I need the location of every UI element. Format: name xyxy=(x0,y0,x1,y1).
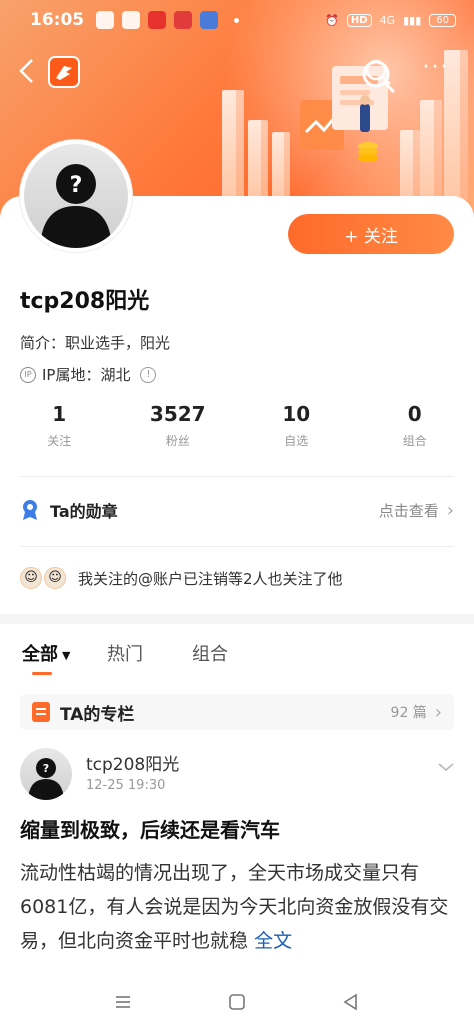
search-icon xyxy=(365,59,391,85)
tab-hot[interactable]: 热门 xyxy=(107,640,143,666)
system-back-button[interactable] xyxy=(339,992,363,1016)
stat-portfolios[interactable]: 0 组合 xyxy=(356,402,474,458)
profile-avatar[interactable]: ? xyxy=(20,140,132,252)
chevron-right-icon: › xyxy=(446,499,454,521)
status-time: 16:05 xyxy=(30,10,85,30)
caret-down-icon: ▼ xyxy=(62,648,71,662)
svg-text:?: ? xyxy=(43,762,49,775)
chevron-down-icon[interactable] xyxy=(436,760,456,774)
medal-icon xyxy=(23,500,37,520)
banner-decoration xyxy=(420,100,442,200)
status-notification-icons xyxy=(96,11,240,29)
post-timestamp: 12-25 19:30 xyxy=(86,778,166,793)
app-notification-icon xyxy=(200,11,219,29)
stat-label: 自选 xyxy=(284,434,309,448)
battery-icon: 60 xyxy=(429,13,456,27)
alarm-icon: ⏰ xyxy=(325,13,339,27)
tab-portfolio[interactable]: 组合 xyxy=(192,640,228,666)
tab-all[interactable]: 全部 ▼ xyxy=(22,640,70,666)
stat-followers[interactable]: 3527 粉丝 xyxy=(119,402,238,458)
post-title[interactable]: 缩量到极致，后续还是看汽车 xyxy=(20,814,280,843)
tab-label: 组合 xyxy=(192,644,228,665)
app-logo-icon[interactable] xyxy=(48,56,80,88)
chevron-right-icon: › xyxy=(434,701,442,723)
full-text-link[interactable]: 全文 xyxy=(254,930,292,952)
stat-label: 粉丝 xyxy=(165,434,190,448)
post-body-text: 流动性枯竭的情况出现了，全天市场成交量只有6081亿，有人会说是因为今天北向资金… xyxy=(20,862,449,952)
ip-location-row: IP IP属地：湖北 ! xyxy=(20,364,157,385)
search-button[interactable] xyxy=(362,56,394,88)
mutual-follow-row[interactable]: ☺ ☺ 我关注的@账户已注销等2人也关注了他 xyxy=(20,562,454,594)
profile-username: tcp208阳光 xyxy=(20,289,150,314)
column-icon xyxy=(32,702,50,722)
post-body: 流动性枯竭的情况出现了，全天市场成交量只有6081亿，有人会说是因为今天北向资金… xyxy=(20,856,454,958)
divider xyxy=(20,476,454,477)
banner-decoration xyxy=(222,90,244,200)
tab-label: 热门 xyxy=(107,644,143,665)
stat-following[interactable]: 1 关注 xyxy=(0,402,119,458)
back-triangle-icon xyxy=(343,993,357,1010)
home-button[interactable] xyxy=(225,992,249,1016)
profile-stats: 1 关注 3527 粉丝 10 自选 0 组合 xyxy=(0,402,474,458)
section-gap xyxy=(0,614,474,624)
ip-location-label: IP属地：湖北 xyxy=(42,366,131,384)
post-card[interactable]: ? tcp208阳光 12-25 19:30 缩量到极致，后续还是看汽车 流动性… xyxy=(0,740,474,980)
profile-intro: 简介：职业选手，阳光 xyxy=(20,334,171,352)
follow-button[interactable]: + 关注 xyxy=(288,214,454,254)
stat-label: 关注 xyxy=(47,434,72,448)
stat-watchlist[interactable]: 10 自选 xyxy=(237,402,356,458)
svg-text:?: ? xyxy=(70,173,83,198)
more-button[interactable]: ··· xyxy=(416,55,456,86)
follow-label: + 关注 xyxy=(344,226,398,247)
top-nav: ··· xyxy=(0,50,474,94)
network-label: 4G xyxy=(379,13,396,27)
system-navigation-bar xyxy=(0,980,474,1027)
menu-icon xyxy=(116,995,130,1008)
medal-row[interactable]: Ta的勋章 点击查看 › xyxy=(20,492,454,528)
stat-value: 0 xyxy=(407,402,422,426)
info-icon[interactable]: ! xyxy=(140,366,157,383)
hd-badge: HD xyxy=(346,13,372,27)
status-system-icons: ⏰ HD 4G ▮▮▮ 60 xyxy=(325,13,456,27)
back-button[interactable] xyxy=(16,56,44,88)
anonymous-user-icon: ? xyxy=(28,758,64,800)
medal-title: Ta的勋章 xyxy=(50,502,118,521)
more-dots-icon: ··· xyxy=(422,55,450,80)
more-notifications-icon xyxy=(234,17,240,23)
home-square-icon xyxy=(229,993,245,1010)
avatar: ☺ xyxy=(20,567,42,589)
post-author-name[interactable]: tcp208阳光 xyxy=(86,750,179,775)
signal-icon: ▮▮▮ xyxy=(403,13,422,27)
banner-decoration xyxy=(248,120,268,200)
chevron-left-icon xyxy=(19,59,33,83)
stat-label: 组合 xyxy=(402,434,427,448)
app-notification-icon xyxy=(174,11,193,29)
banner-decoration xyxy=(272,132,290,200)
medal-view-link[interactable]: 点击查看 xyxy=(379,500,439,521)
mutual-follow-text: 我关注的@账户已注销等2人也关注了他 xyxy=(78,569,343,588)
stat-value: 10 xyxy=(282,402,311,426)
app-notification-icon xyxy=(148,11,167,29)
avatar: ☺ xyxy=(44,567,66,589)
divider xyxy=(20,546,454,547)
anonymous-user-icon: ? xyxy=(40,164,112,248)
column-bar[interactable]: TA的专栏 92 篇 › xyxy=(20,694,454,730)
ip-icon: IP xyxy=(20,366,36,383)
content-tabs: 全部 ▼ 热门 组合 xyxy=(0,634,474,680)
post-author-avatar[interactable]: ? xyxy=(20,748,72,800)
baidu-app-icon xyxy=(96,11,115,29)
wechat-app-icon xyxy=(122,11,141,29)
tab-active-indicator xyxy=(32,672,52,675)
stat-value: 1 xyxy=(52,402,67,426)
column-count: 92 篇 xyxy=(390,705,427,721)
menu-button[interactable] xyxy=(111,992,135,1016)
column-title: TA的专栏 xyxy=(60,704,135,725)
tab-label: 全部 xyxy=(22,644,58,665)
stat-value: 3527 xyxy=(149,402,206,426)
status-bar: 16:05 ⏰ HD 4G ▮▮▮ 60 xyxy=(0,0,474,40)
profile-page: 16:05 ⏰ HD 4G ▮▮▮ 60 ··· ? + 关注 tcp208阳光… xyxy=(0,0,474,1027)
